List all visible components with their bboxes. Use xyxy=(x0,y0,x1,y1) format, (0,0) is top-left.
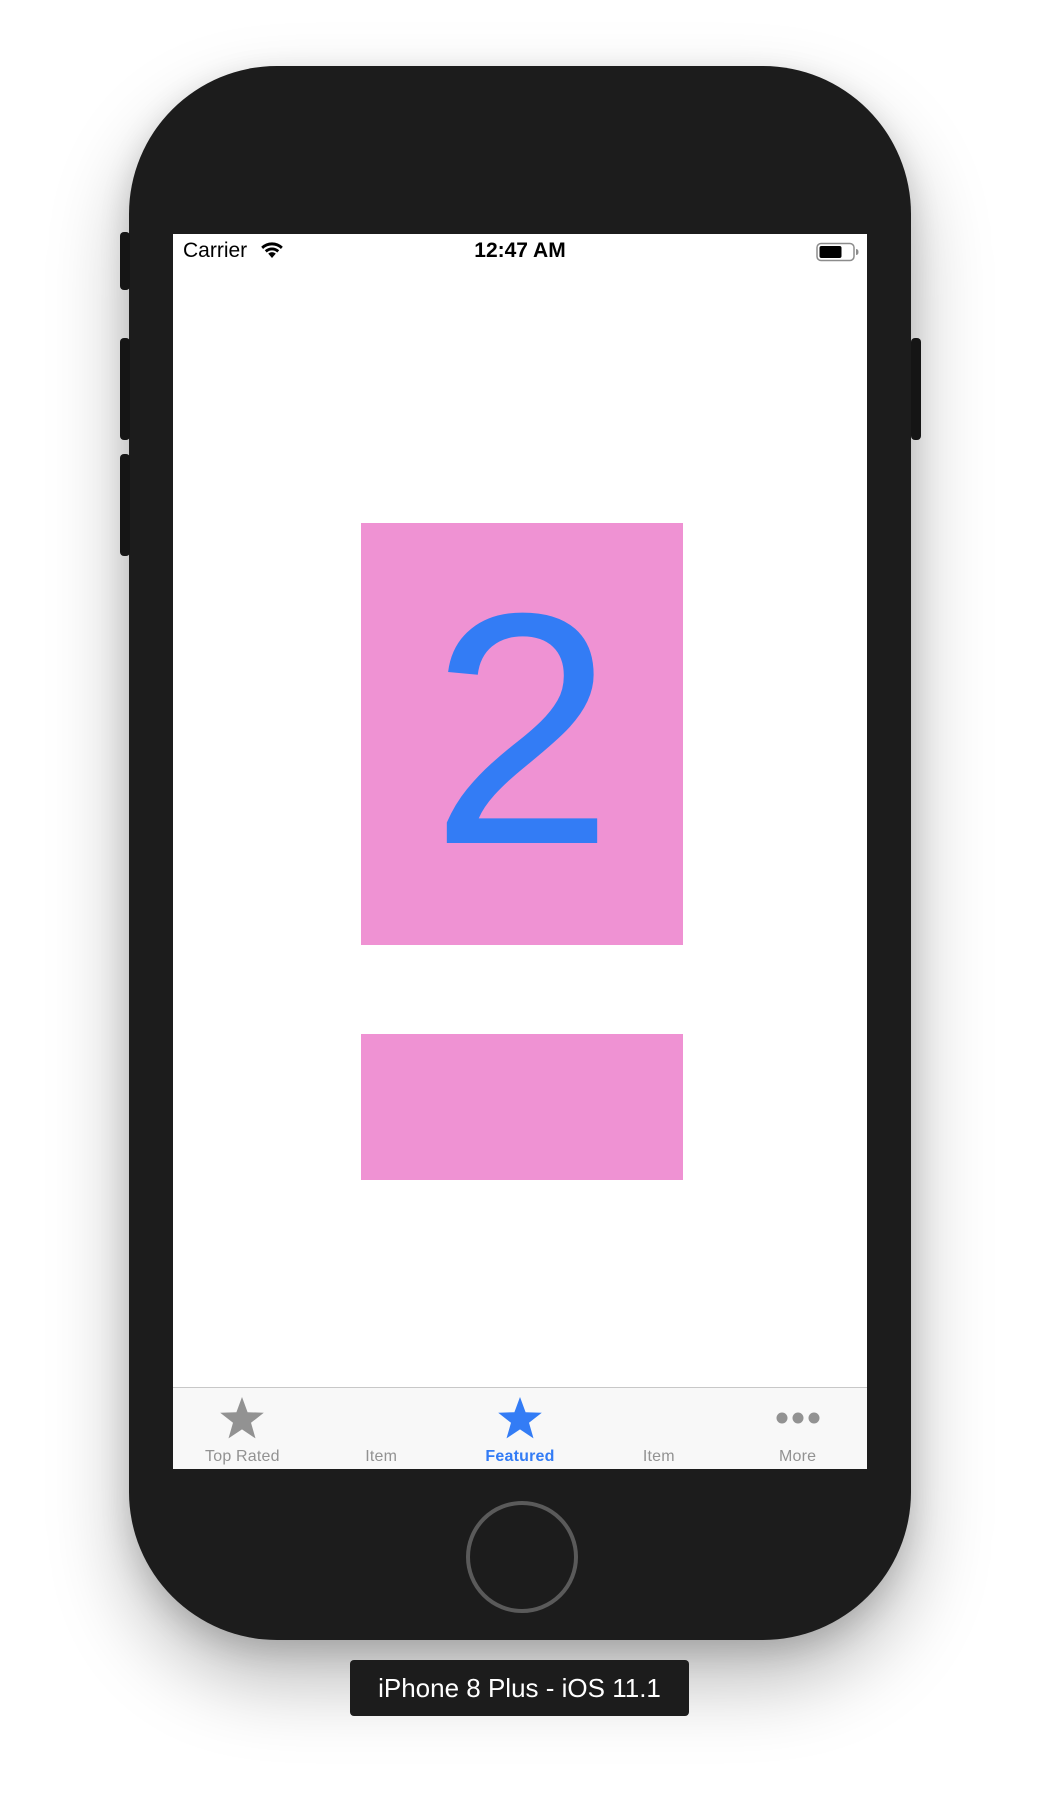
power-button[interactable] xyxy=(911,338,921,440)
more-icon xyxy=(728,1394,867,1442)
volume-up-button[interactable] xyxy=(120,338,130,440)
tab-label: Top Rated xyxy=(205,1448,280,1465)
mute-switch[interactable] xyxy=(120,232,130,290)
tab-top-rated[interactable]: Top Rated xyxy=(173,1388,312,1469)
status-bar: Carrier 12:47 AM xyxy=(173,234,867,268)
tab-item-2[interactable]: Item xyxy=(589,1388,728,1469)
status-time: 12:47 AM xyxy=(474,239,566,262)
page-card: 2 xyxy=(361,523,683,945)
device-screen: Carrier 12:47 AM 2 Top Rated Item Featur… xyxy=(173,234,867,1469)
secondary-card xyxy=(361,1034,683,1180)
star-icon xyxy=(173,1394,312,1442)
home-button[interactable] xyxy=(466,1501,578,1613)
tab-label: More xyxy=(778,1448,817,1465)
star-icon xyxy=(451,1394,590,1442)
tab-label: Item xyxy=(365,1448,398,1465)
simulator-window: Carrier 12:47 AM 2 Top Rated Item Featur… xyxy=(0,0,1040,1800)
tab-featured[interactable]: Featured xyxy=(451,1388,590,1469)
tab-item-1[interactable]: Item xyxy=(312,1388,451,1469)
tab-label: Item xyxy=(642,1448,675,1465)
tab-label: Featured xyxy=(485,1448,555,1465)
tab-more[interactable]: More xyxy=(728,1388,867,1469)
tab-bar: Top Rated Item Featured Item More xyxy=(173,1387,867,1469)
device-title-label: iPhone 8 Plus - iOS 11.1 xyxy=(350,1660,689,1716)
volume-down-button[interactable] xyxy=(120,454,130,556)
page-number-label: 2 xyxy=(430,544,614,913)
battery-icon xyxy=(816,242,860,267)
